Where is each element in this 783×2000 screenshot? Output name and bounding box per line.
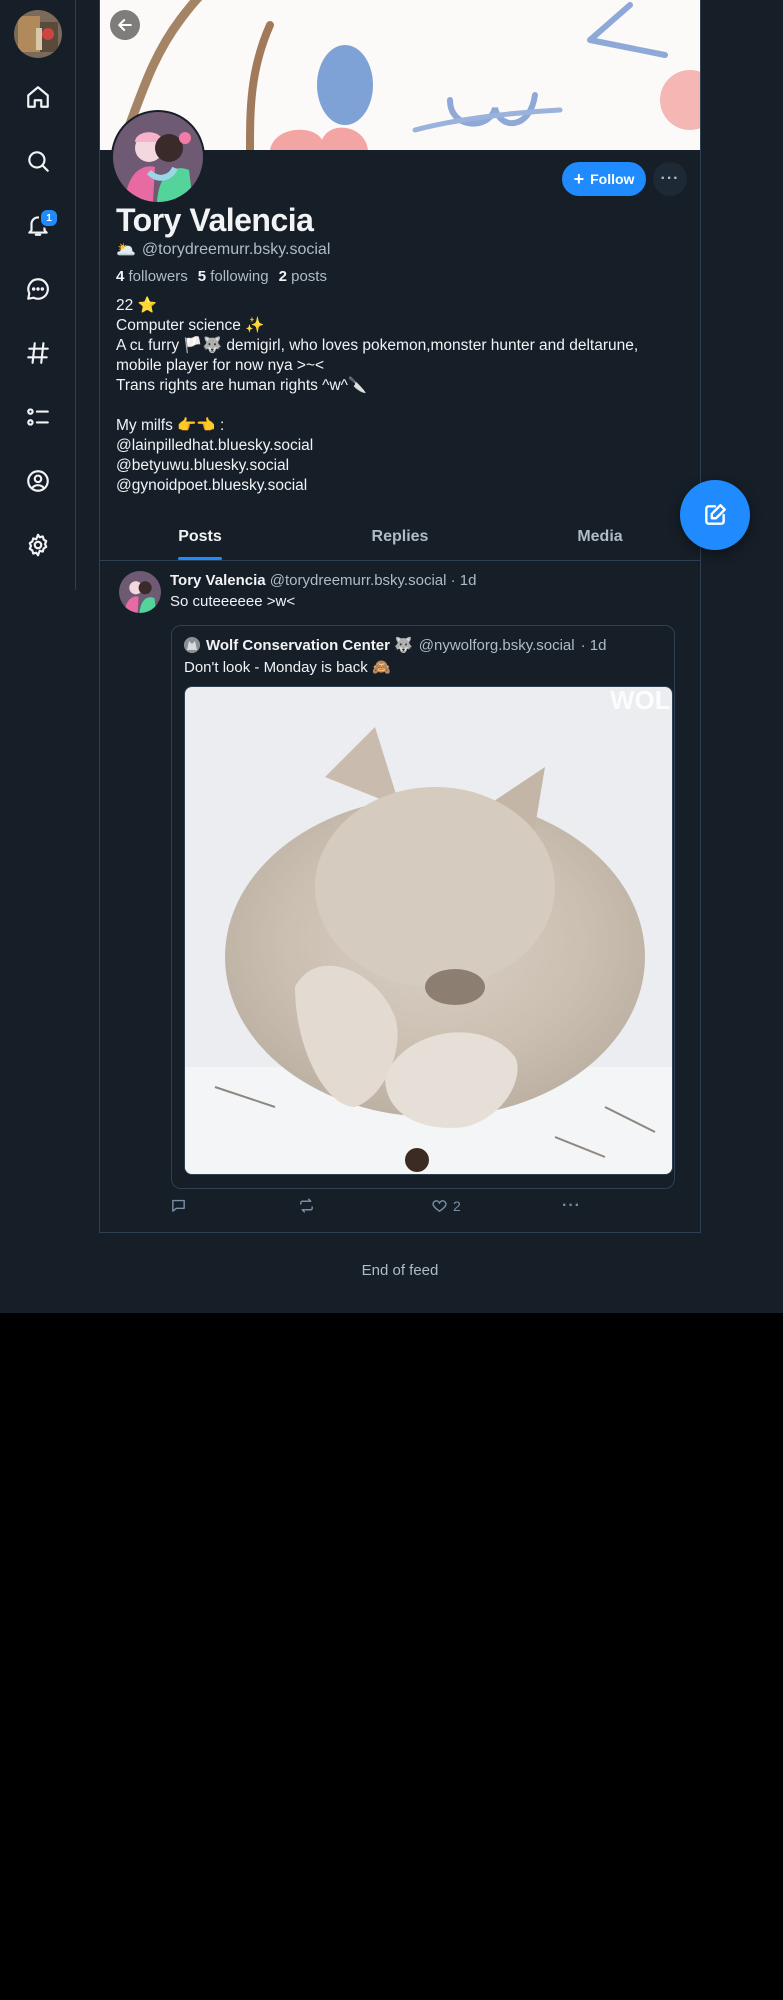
like-button[interactable]: 2	[431, 1197, 461, 1214]
profile-avatar[interactable]	[111, 110, 205, 204]
back-button[interactable]	[110, 10, 140, 40]
home-icon[interactable]	[19, 78, 57, 116]
compose-pencil-icon	[705, 504, 726, 525]
follow-button[interactable]: + Follow	[562, 162, 646, 196]
ellipsis-icon: ···	[562, 1197, 581, 1214]
bio-mention-link[interactable]: @betyuwu.bluesky.social	[116, 456, 676, 476]
handle-emoji: 🌥️	[116, 242, 136, 259]
ellipsis-icon: ···	[660, 170, 680, 187]
quoted-post[interactable]: Wolf Conservation Center 🐺 @nywolforg.bs…	[171, 625, 675, 1189]
reply-button[interactable]	[170, 1197, 187, 1214]
current-user-avatar[interactable]	[14, 10, 62, 58]
bio-line: A ᴄʟ furry 🏳️🐺 demigirl, who loves pokem…	[116, 337, 639, 354]
quote-author-avatar	[184, 637, 200, 653]
post-header: Tory Valencia @torydreemurr.bsky.social …	[170, 572, 476, 589]
image-watermark: WOLF	[610, 687, 672, 715]
profile-handle: @torydreemurr.bsky.social	[141, 241, 331, 258]
lists-icon[interactable]	[19, 398, 57, 436]
settings-gear-icon[interactable]	[19, 526, 57, 564]
quote-author-handle: @nywolforg.bsky.social	[418, 636, 575, 654]
bio-line	[116, 396, 676, 416]
profile-column: + Follow ··· Tory Valencia 🌥️ @torydreem…	[99, 0, 701, 1279]
heart-icon	[432, 1200, 447, 1212]
chat-icon[interactable]	[19, 270, 57, 308]
post-time: · 1d	[450, 572, 477, 589]
tab-media[interactable]: Media	[500, 514, 700, 560]
followers-stat[interactable]: 4 followers	[116, 268, 188, 285]
profile-stats: 4 followers 5 following 2 posts	[116, 268, 327, 285]
quote-time: · 1d	[580, 636, 607, 654]
bio-line: My milfs 👉👈 :	[116, 417, 225, 434]
profile-icon[interactable]	[19, 462, 57, 500]
profile-display-name: Tory Valencia	[116, 202, 314, 238]
tab-posts[interactable]: Posts	[100, 514, 300, 560]
like-count: 2	[453, 1197, 461, 1214]
more-options-button[interactable]: ···	[653, 162, 687, 196]
post-actions: 2 ···	[170, 1197, 690, 1217]
repost-icon	[300, 1198, 313, 1213]
profile-tabs: Posts Replies Media	[100, 514, 700, 561]
profile-bio: 22 ⭐ Computer science ✨ A ᴄʟ furry 🏳️🐺 d…	[116, 296, 676, 496]
notifications-bell-icon[interactable]: 1	[19, 206, 59, 244]
profile-handle-row: 🌥️ @torydreemurr.bsky.social	[116, 240, 330, 260]
bio-line: Computer science ✨	[116, 317, 265, 334]
post-author-name[interactable]: Tory Valencia	[170, 572, 266, 589]
bio-mention-link[interactable]: @lainpilledhat.bluesky.social	[116, 436, 676, 456]
left-nav: 1	[0, 0, 76, 590]
post-author-handle[interactable]: @torydreemurr.bsky.social	[270, 572, 447, 589]
quote-text: Don't look - Monday is back 🙈	[184, 659, 391, 676]
notification-count-badge: 1	[39, 208, 59, 228]
search-icon[interactable]	[19, 142, 57, 180]
bio-line: mobile player for now nya >~<	[116, 357, 325, 374]
compose-post-button[interactable]	[680, 480, 750, 550]
following-stat[interactable]: 5 following	[198, 268, 269, 285]
tab-replies[interactable]: Replies	[300, 514, 500, 560]
follow-label: Follow	[590, 171, 635, 187]
hashtag-feeds-icon[interactable]	[19, 334, 57, 372]
bio-line: 22 ⭐	[116, 297, 157, 314]
wolf-photo-image[interactable]: WOLF	[184, 686, 673, 1175]
end-of-feed-text: End of feed	[361, 1262, 439, 1279]
repost-button[interactable]	[298, 1197, 315, 1214]
feed-post[interactable]: Tory Valencia @torydreemurr.bsky.social …	[100, 561, 700, 1233]
post-more-button[interactable]: ···	[562, 1197, 581, 1215]
bio-line: Trans rights are human rights ^w^🔪	[116, 377, 368, 394]
plus-icon: +	[573, 169, 585, 189]
post-text: So cuteeeeee >w<	[170, 593, 296, 610]
reply-bubble-icon	[172, 1199, 185, 1212]
quote-header: Wolf Conservation Center 🐺 @nywolforg.bs…	[184, 636, 606, 654]
posts-stat: 2 posts	[278, 268, 327, 285]
bio-mention-link[interactable]: @gynoidpoet.bluesky.social	[116, 476, 676, 496]
app-window: 1 + Follow ··· Tory Valencia 🌥️ @torydre…	[0, 0, 783, 1313]
quote-author-name: Wolf Conservation Center 🐺	[206, 637, 413, 654]
post-author-avatar[interactable]	[119, 571, 161, 613]
